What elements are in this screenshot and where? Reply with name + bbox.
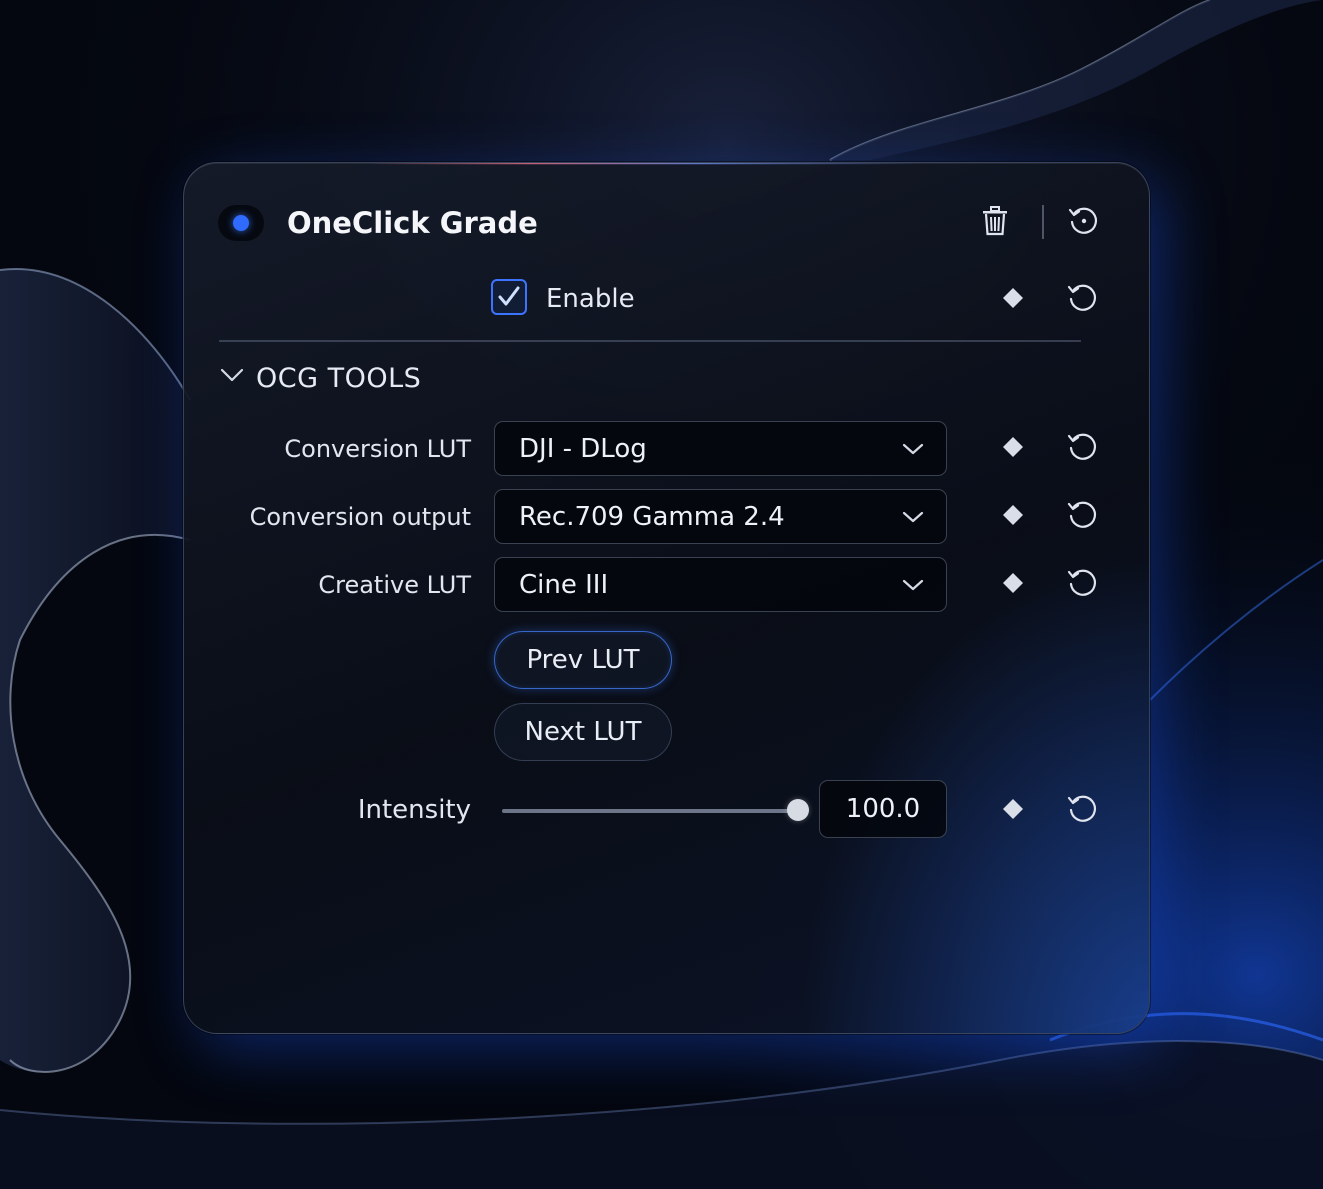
enable-keyframe-button[interactable] (993, 278, 1033, 318)
enable-checkbox[interactable] (491, 279, 527, 315)
keyframe-diamond-icon (1003, 437, 1023, 457)
conversion-lut-keyframe-button[interactable] (993, 427, 1033, 467)
reset-effect-button[interactable] (1064, 201, 1104, 241)
keyframe-diamond-icon (1003, 573, 1023, 593)
section-title: OCG TOOLS (256, 363, 422, 394)
chevron-down-icon (220, 368, 244, 382)
enable-label: Enable (546, 284, 635, 314)
reset-icon (1067, 284, 1097, 311)
conversion-output-value: Rec.709 Gamma 2.4 (519, 501, 785, 532)
intensity-label: Intensity (357, 795, 471, 825)
reset-icon (1067, 795, 1097, 822)
delete-button[interactable] (975, 201, 1015, 241)
intensity-slider-fill (502, 809, 798, 813)
status-dot-icon (233, 215, 249, 231)
creative-lut-value: Cine III (519, 569, 609, 600)
creative-lut-select[interactable]: Cine III (494, 557, 947, 612)
intensity-reset-button[interactable] (1063, 789, 1103, 829)
conversion-lut-reset-button[interactable] (1063, 427, 1103, 467)
intensity-value-field[interactable]: 100.0 (819, 780, 947, 838)
reset-icon (1067, 433, 1097, 460)
chevron-down-icon (902, 579, 924, 590)
intensity-slider-thumb[interactable] (787, 799, 809, 821)
chevron-down-icon (902, 443, 924, 454)
header-separator (1042, 205, 1044, 239)
checkmark-icon (498, 286, 520, 306)
reset-icon (1067, 501, 1097, 528)
reset-icon (1067, 569, 1097, 596)
prev-lut-button[interactable]: Prev LUT (494, 631, 672, 689)
conversion-output-select[interactable]: Rec.709 Gamma 2.4 (494, 489, 947, 544)
intensity-slider-track[interactable] (502, 809, 798, 813)
keyframe-diamond-icon (1003, 799, 1023, 819)
section-collapse-toggle[interactable] (220, 367, 244, 387)
next-lut-button[interactable]: Next LUT (494, 703, 672, 761)
keyframe-diamond-icon (1003, 505, 1023, 525)
reset-icon (1068, 207, 1098, 234)
section-divider (219, 340, 1081, 342)
conversion-lut-label: Conversion LUT (284, 435, 471, 463)
oneclick-grade-panel: OneClick Grade Enable OCG TOOLS Conversi… (183, 162, 1150, 1034)
conversion-lut-value: DJI - DLog (519, 433, 647, 464)
trash-icon (983, 206, 1007, 236)
enable-reset-button[interactable] (1063, 278, 1103, 318)
creative-lut-reset-button[interactable] (1063, 563, 1103, 603)
effect-title: OneClick Grade (287, 206, 538, 240)
conversion-lut-select[interactable]: DJI - DLog (494, 421, 947, 476)
conversion-output-label: Conversion output (249, 503, 471, 531)
status-indicator[interactable] (218, 205, 264, 241)
keyframe-diamond-icon (1003, 288, 1023, 308)
conversion-output-reset-button[interactable] (1063, 495, 1103, 535)
panel-top-glow (364, 163, 924, 164)
creative-lut-keyframe-button[interactable] (993, 563, 1033, 603)
intensity-keyframe-button[interactable] (993, 789, 1033, 829)
creative-lut-label: Creative LUT (318, 571, 471, 599)
chevron-down-icon (902, 511, 924, 522)
conversion-output-keyframe-button[interactable] (993, 495, 1033, 535)
